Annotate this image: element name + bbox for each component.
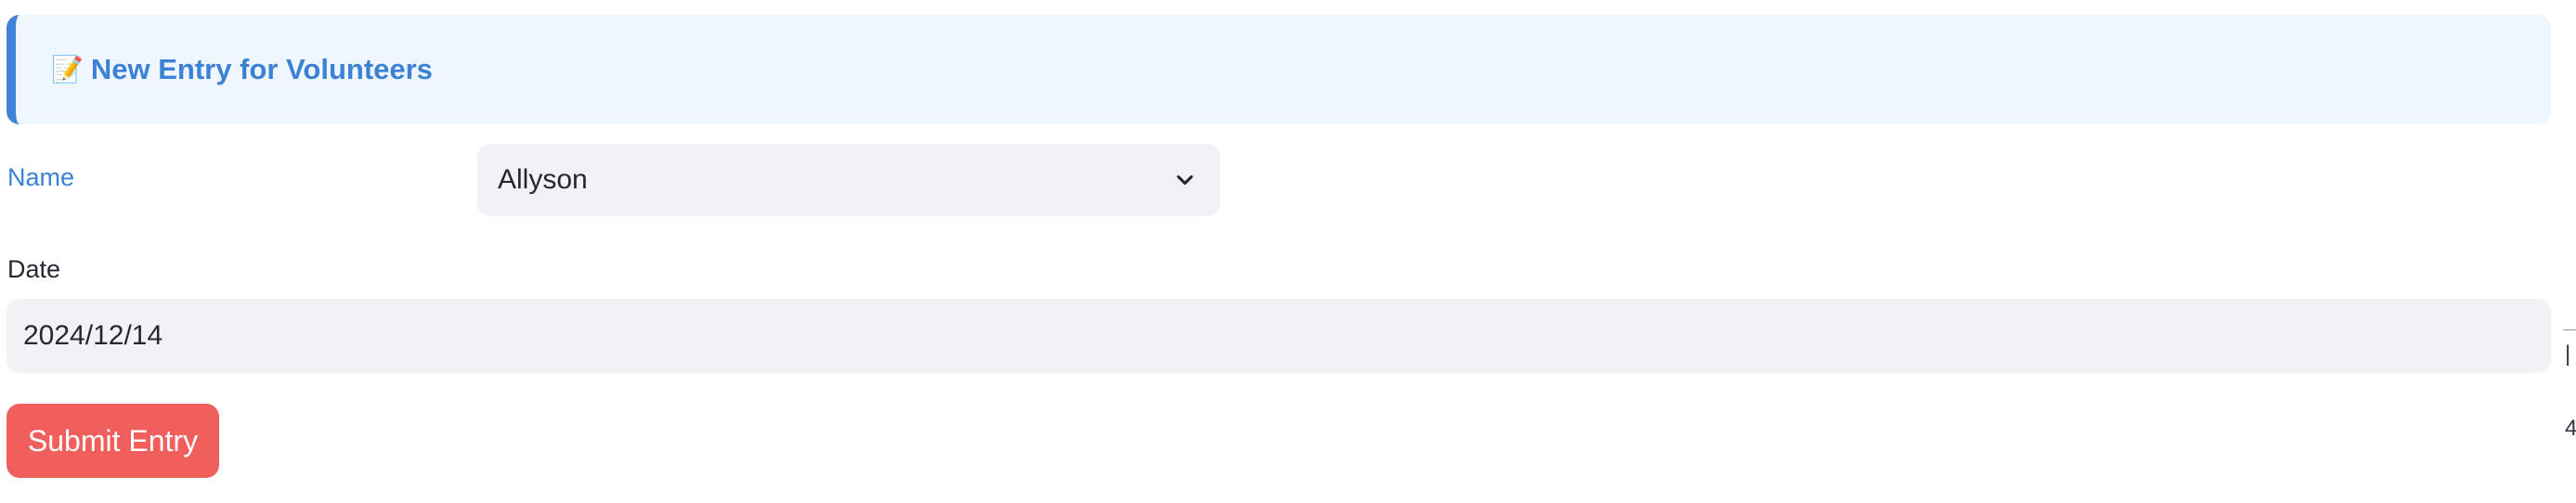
submit-entry-button[interactable]: Submit Entry <box>7 404 219 478</box>
edge-fragment-top: | <box>2565 342 2571 367</box>
chevron-down-icon <box>1177 174 1193 186</box>
memo-icon: 📝 <box>51 55 84 84</box>
date-input[interactable] <box>7 299 2551 373</box>
date-label: Date <box>7 255 61 283</box>
name-label: Name <box>7 163 75 191</box>
edge-fragment-bottom: 4 <box>2565 416 2576 441</box>
name-selected-value: Allyson <box>498 164 588 195</box>
edge-divider <box>2563 329 2576 330</box>
page-title: New Entry for Volunteers <box>90 53 433 85</box>
name-select[interactable]: Allyson <box>477 144 1220 216</box>
header-title-row: 📝 New Entry for Volunteers <box>51 15 433 124</box>
entry-header: 📝 New Entry for Volunteers <box>7 15 2551 124</box>
